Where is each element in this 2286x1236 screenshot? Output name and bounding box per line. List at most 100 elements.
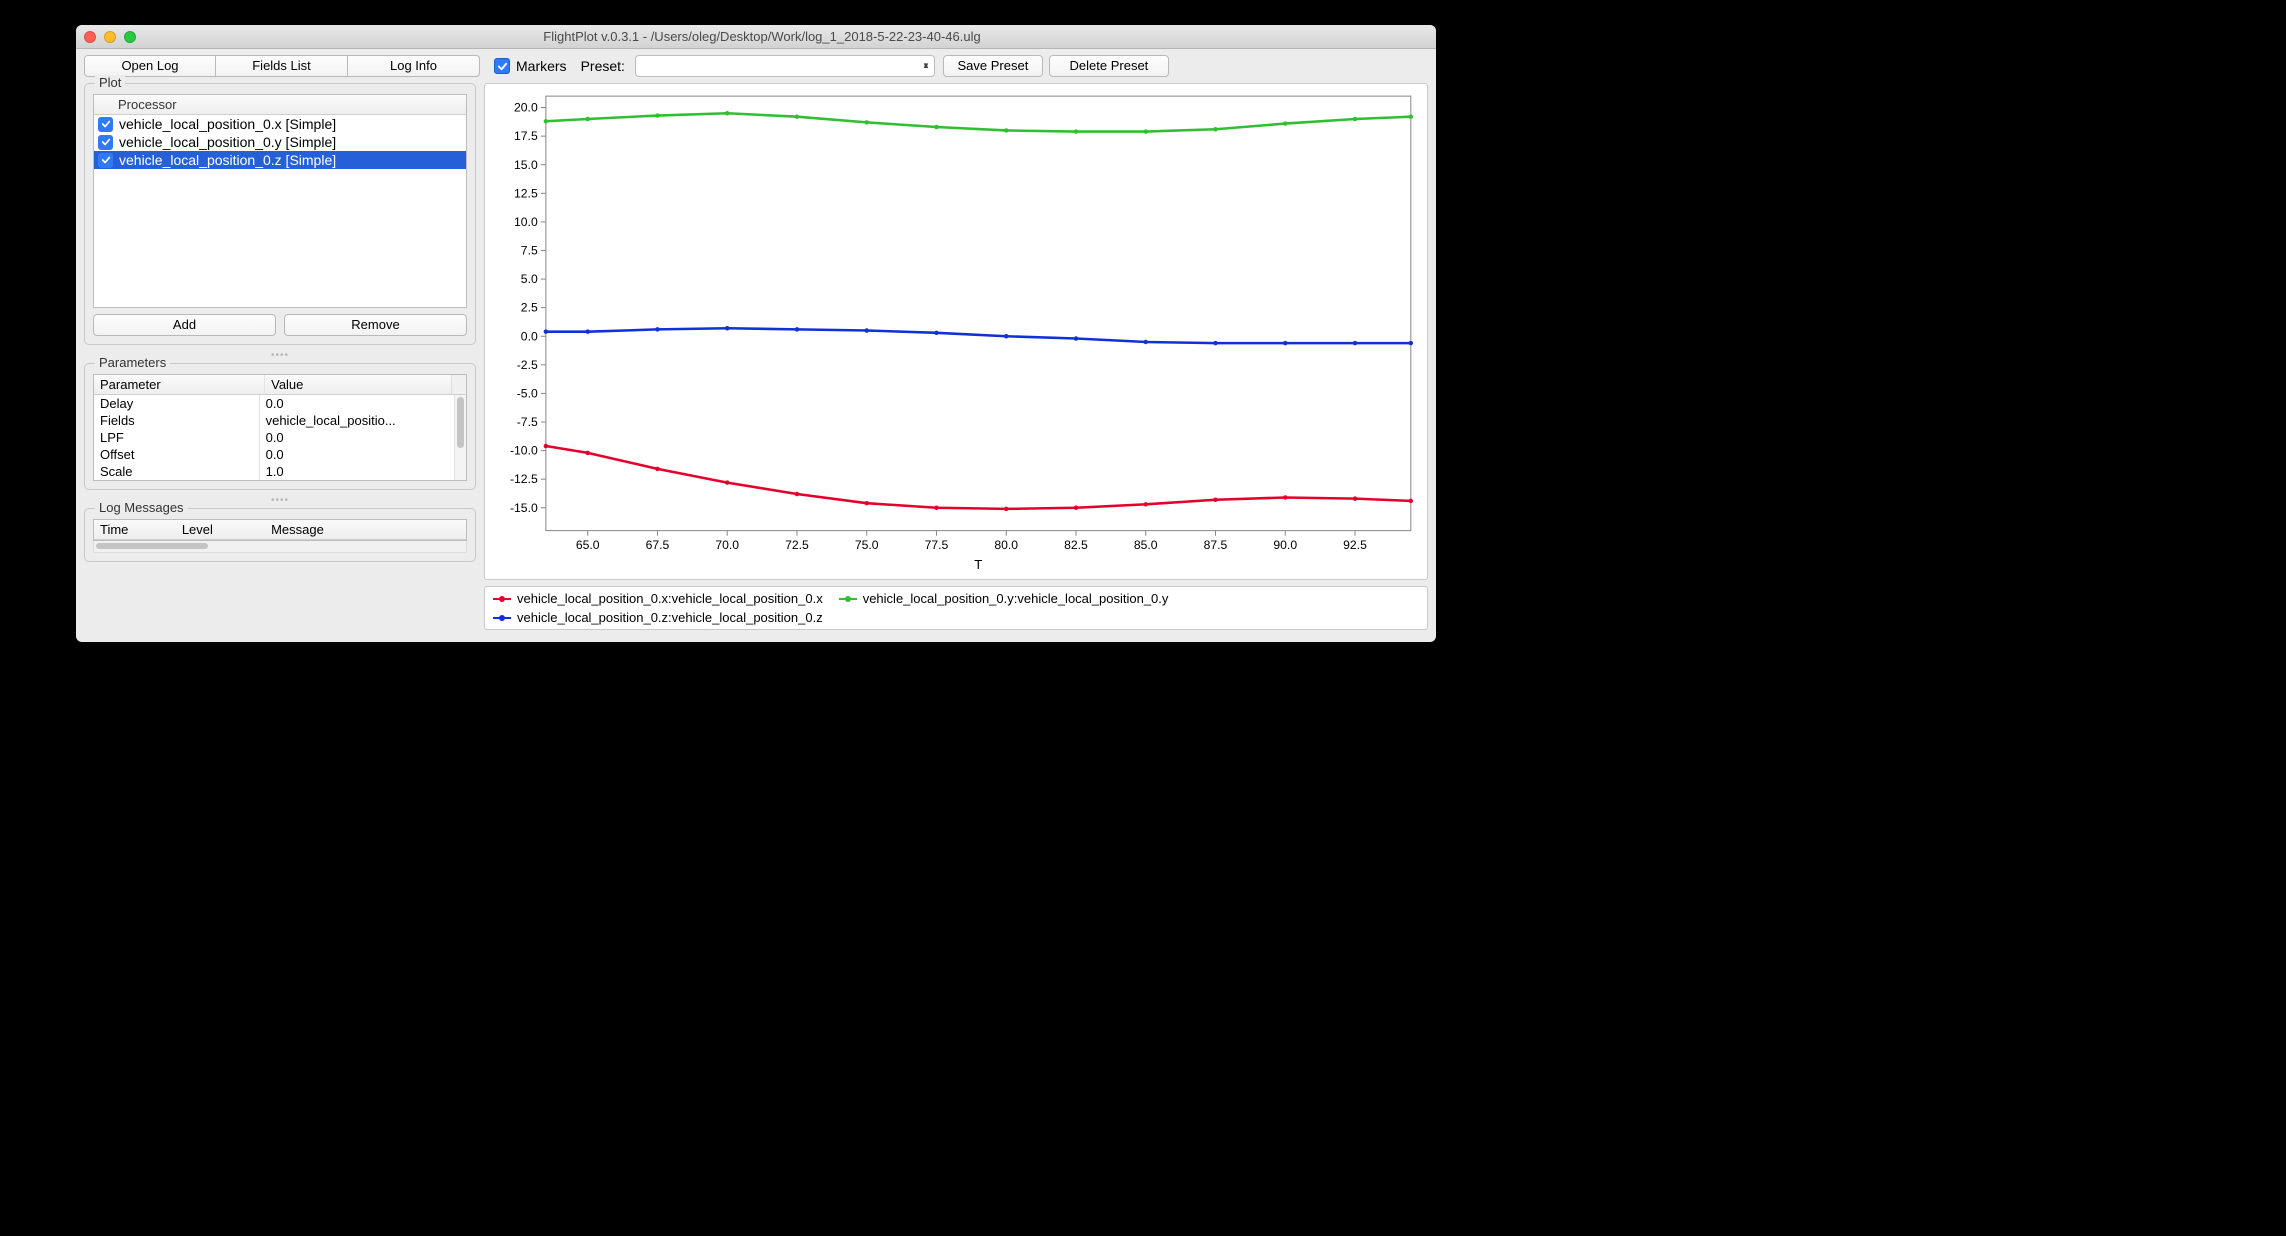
- add-button[interactable]: Add: [93, 314, 276, 336]
- legend-swatch: [839, 598, 857, 600]
- svg-text:65.0: 65.0: [576, 538, 600, 552]
- svg-text:-5.0: -5.0: [517, 386, 538, 400]
- param-value[interactable]: 1.0: [260, 463, 440, 480]
- checkbox-icon[interactable]: [98, 135, 113, 150]
- legend-item: vehicle_local_position_0.y:vehicle_local…: [839, 591, 1169, 606]
- markers-label: Markers: [516, 58, 567, 74]
- col-time[interactable]: Time: [94, 520, 176, 539]
- scroll-gutter: [451, 375, 466, 394]
- svg-text:17.5: 17.5: [514, 129, 538, 143]
- panel-title: Plot: [95, 75, 125, 90]
- svg-text:-10.0: -10.0: [510, 444, 538, 458]
- checkbox-icon[interactable]: [98, 153, 113, 168]
- body: Plot Processor vehicle_local_position_0.…: [76, 79, 1436, 642]
- check-icon: [497, 61, 508, 72]
- svg-text:-2.5: -2.5: [517, 358, 538, 372]
- param-name: Scale: [94, 463, 260, 480]
- log-info-button[interactable]: Log Info: [348, 55, 480, 77]
- svg-text:12.5: 12.5: [514, 186, 538, 200]
- processor-label: vehicle_local_position_0.x [Simple]: [119, 116, 336, 132]
- remove-button[interactable]: Remove: [284, 314, 467, 336]
- processor-label: vehicle_local_position_0.y [Simple]: [119, 134, 336, 150]
- parameters-panel: Parameters Parameter Value Delay0.0Field…: [84, 363, 476, 490]
- svg-text:92.5: 92.5: [1343, 538, 1367, 552]
- panel-title: Parameters: [95, 355, 170, 370]
- parameters-table[interactable]: Parameter Value Delay0.0Fieldsvehicle_lo…: [93, 374, 467, 481]
- parameter-row[interactable]: Offset0.0: [94, 446, 454, 463]
- markers-checkbox[interactable]: [494, 58, 510, 74]
- delete-preset-button[interactable]: Delete Preset: [1049, 55, 1169, 77]
- left-column: Plot Processor vehicle_local_position_0.…: [84, 83, 476, 630]
- parameter-row[interactable]: Delay0.0: [94, 395, 454, 412]
- svg-text:5.0: 5.0: [521, 272, 538, 286]
- titlebar[interactable]: FlightPlot v.0.3.1 - /Users/oleg/Desktop…: [76, 25, 1436, 49]
- col-message[interactable]: Message: [265, 520, 466, 539]
- app-window: FlightPlot v.0.3.1 - /Users/oleg/Desktop…: [76, 25, 1436, 642]
- processor-item[interactable]: vehicle_local_position_0.y [Simple]: [94, 133, 466, 151]
- legend-item: vehicle_local_position_0.z:vehicle_local…: [493, 610, 823, 625]
- parameter-row[interactable]: Fieldsvehicle_local_positio...: [94, 412, 454, 429]
- svg-text:75.0: 75.0: [855, 538, 879, 552]
- preset-select[interactable]: ▲▼: [635, 55, 935, 77]
- chart-svg: -15.0 -12.5 -10.0 -7.5 -5.0 -2.5 0.0 2.5 5.0 7.5 1…: [489, 88, 1423, 575]
- svg-text:90.0: 90.0: [1273, 538, 1297, 552]
- right-column: -15.0 -12.5 -10.0 -7.5 -5.0 -2.5 0.0 2.5 5.0 7.5 1…: [484, 83, 1428, 630]
- svg-text:T: T: [974, 557, 982, 572]
- legend-label: vehicle_local_position_0.z:vehicle_local…: [517, 610, 823, 625]
- param-name: Delay: [94, 395, 260, 412]
- col-parameter[interactable]: Parameter: [94, 375, 265, 394]
- plot-panel: Plot Processor vehicle_local_position_0.…: [84, 83, 476, 345]
- legend-swatch: [493, 598, 511, 600]
- scrollbar-horizontal[interactable]: [93, 541, 467, 553]
- close-icon[interactable]: [84, 31, 96, 43]
- svg-text:7.5: 7.5: [521, 244, 538, 258]
- col-level[interactable]: Level: [176, 520, 265, 539]
- svg-text:-15.0: -15.0: [510, 501, 538, 515]
- toolbar: Open Log Fields List Log Info Markers Pr…: [76, 49, 1436, 79]
- chart-legend: vehicle_local_position_0.x:vehicle_local…: [484, 586, 1428, 630]
- param-value[interactable]: 0.0: [260, 446, 440, 463]
- svg-text:-7.5: -7.5: [517, 415, 538, 429]
- svg-text:2.5: 2.5: [521, 301, 538, 315]
- svg-text:20.0: 20.0: [514, 101, 538, 115]
- save-preset-button[interactable]: Save Preset: [943, 55, 1043, 77]
- processor-label: vehicle_local_position_0.z [Simple]: [119, 152, 336, 168]
- svg-text:82.5: 82.5: [1064, 538, 1088, 552]
- scrollbar-vertical[interactable]: [454, 395, 466, 480]
- svg-text:70.0: 70.0: [715, 538, 739, 552]
- list-header[interactable]: Processor: [94, 95, 466, 115]
- param-name: LPF: [94, 429, 260, 446]
- checkbox-icon[interactable]: [98, 117, 113, 132]
- svg-text:0.0: 0.0: [521, 329, 538, 343]
- svg-text:77.5: 77.5: [925, 538, 949, 552]
- svg-text:87.5: 87.5: [1204, 538, 1228, 552]
- processor-list[interactable]: Processor vehicle_local_position_0.x [Si…: [93, 94, 467, 308]
- processor-item[interactable]: vehicle_local_position_0.z [Simple]: [94, 151, 466, 169]
- legend-item: vehicle_local_position_0.x:vehicle_local…: [493, 591, 823, 606]
- svg-text:-12.5: -12.5: [510, 472, 538, 486]
- parameter-row[interactable]: Scale1.0: [94, 463, 454, 480]
- processor-item[interactable]: vehicle_local_position_0.x [Simple]: [94, 115, 466, 133]
- open-log-button[interactable]: Open Log: [84, 55, 216, 77]
- svg-text:15.0: 15.0: [514, 158, 538, 172]
- preset-label: Preset:: [581, 58, 625, 74]
- panel-title: Log Messages: [95, 500, 188, 515]
- chart-area[interactable]: -15.0 -12.5 -10.0 -7.5 -5.0 -2.5 0.0 2.5 5.0 7.5 1…: [484, 83, 1428, 580]
- svg-text:10.0: 10.0: [514, 215, 538, 229]
- param-value[interactable]: 0.0: [260, 429, 440, 446]
- log-messages-table[interactable]: Time Level Message: [93, 519, 467, 541]
- toolbar-button-group: Open Log Fields List Log Info: [84, 55, 480, 77]
- param-value[interactable]: 0.0: [260, 395, 440, 412]
- parameter-row[interactable]: LPF0.0: [94, 429, 454, 446]
- param-value[interactable]: vehicle_local_positio...: [260, 412, 440, 429]
- scrollbar-thumb[interactable]: [457, 397, 464, 448]
- log-messages-panel: Log Messages Time Level Message: [84, 508, 476, 562]
- svg-text:67.5: 67.5: [646, 538, 670, 552]
- fields-list-button[interactable]: Fields List: [216, 55, 348, 77]
- legend-label: vehicle_local_position_0.x:vehicle_local…: [517, 591, 823, 606]
- col-value[interactable]: Value: [265, 375, 451, 394]
- svg-text:72.5: 72.5: [785, 538, 809, 552]
- scrollbar-thumb[interactable]: [96, 543, 208, 549]
- param-name: Offset: [94, 446, 260, 463]
- svg-text:85.0: 85.0: [1134, 538, 1158, 552]
